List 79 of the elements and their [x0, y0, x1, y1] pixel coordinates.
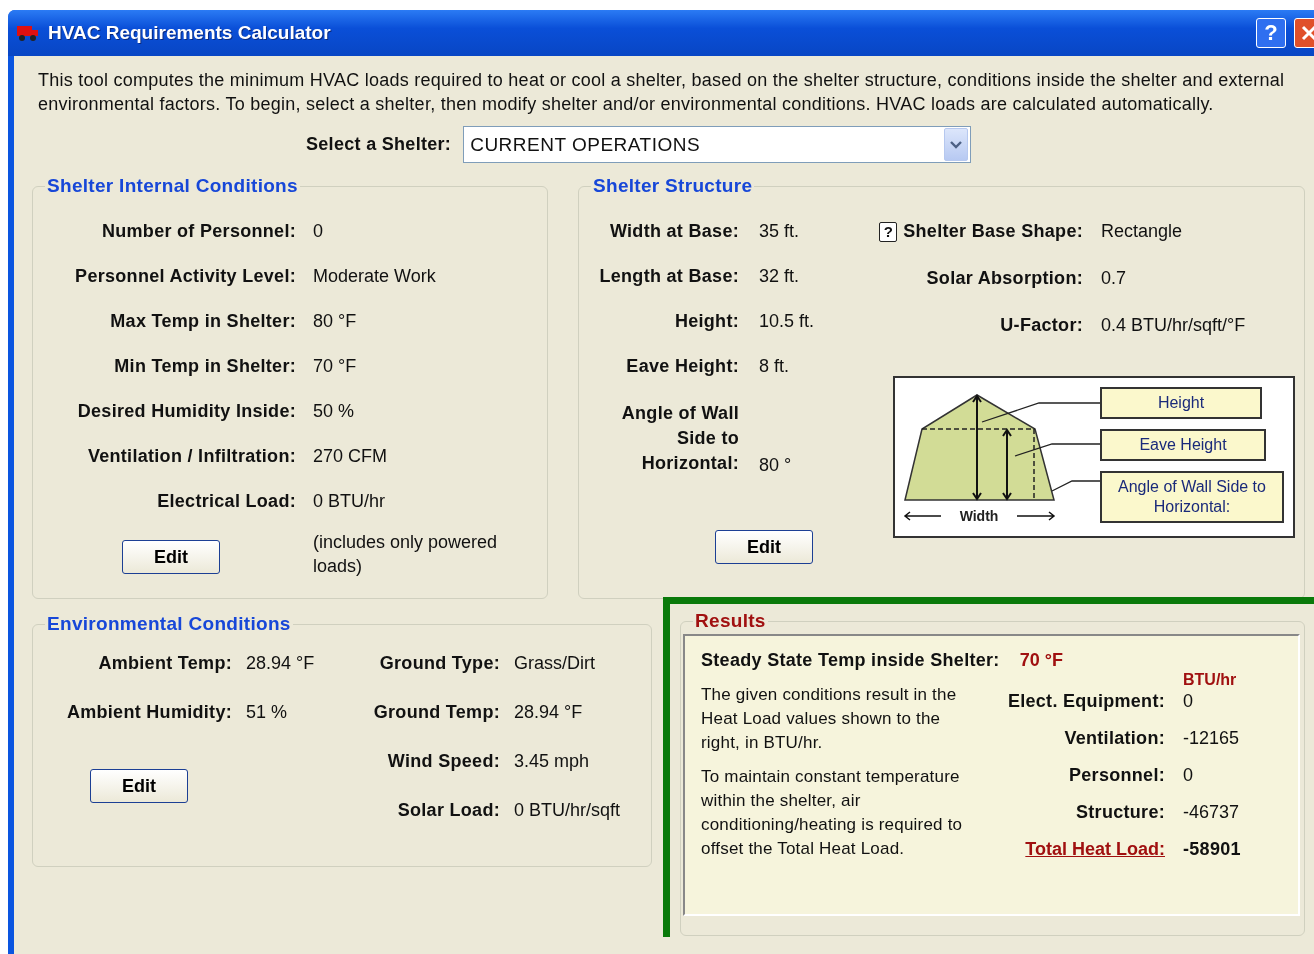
group-title: Shelter Internal Conditions — [46, 175, 299, 197]
help-icon[interactable]: ? — [879, 221, 898, 242]
field-label: Width at Base: — [608, 221, 739, 242]
field-value: 270 CFM — [313, 446, 389, 467]
explanation-text: To maintain constant temperature within the shelter, air conditioning/heating is required to offset the Total Heat Load. — [701, 766, 963, 860]
edit-button[interactable]: Edit — [715, 530, 813, 564]
field-label: Wind Speed: — [386, 751, 500, 772]
field-value: -58901 — [1183, 839, 1241, 860]
intro-text: This tool computes the minimum HVAC loads required to heat or cool a shelter, based on the shelter structure, conditions inside the shelter and external environmental factors. To begin, select a shelter, then modify shelter and/or environmental conditions. HVAC loads are calculated automatically. — [38, 69, 1286, 116]
field-value: 70 °F — [1019, 650, 1063, 671]
diagram-label: Angle of Wall Side to Horizontal: — [1100, 471, 1284, 523]
field-value: 35 ft. — [759, 221, 801, 242]
field-value: 0 BTU/hr/sqft — [514, 800, 622, 821]
edit-button[interactable]: Edit — [122, 540, 220, 574]
field-value: 10.5 ft. — [759, 311, 816, 332]
field-label: Ventilation / Infiltration: — [86, 446, 296, 467]
chevron-down-icon — [950, 140, 963, 149]
diagram-label: Height — [1100, 387, 1262, 419]
field-label: Angle of Wall Side to Horizontal: — [620, 402, 739, 475]
field-label: Elect. Equipment: — [1006, 691, 1165, 712]
field-label: Solar Load: — [396, 800, 500, 821]
field-label: Length at Base: — [598, 266, 739, 287]
field-value: 80 °F — [313, 311, 358, 332]
field-label: Ambient Humidity: — [65, 702, 232, 723]
field-label: Max Temp in Shelter: — [109, 311, 296, 332]
window-title: HVAC Requirements Calculator — [48, 22, 332, 44]
field-label: Min Temp in Shelter: — [113, 356, 296, 377]
group-title: Environmental Conditions — [46, 613, 292, 635]
field-label: Steady State Temp inside Shelter: — [701, 650, 1000, 671]
field-value: 3.45 mph — [514, 751, 591, 772]
field-label: Shelter Base Shape: — [903, 221, 1083, 242]
field-value: 0.4 BTU/hr/sqft/°F — [1101, 315, 1247, 336]
field-value: -46737 — [1183, 802, 1241, 823]
field-value: Grass/Dirt — [514, 653, 596, 674]
field-value: -12165 — [1183, 728, 1241, 749]
explanation-text: The given conditions result in the Heat Load values shown to the right, in BTU/hr. — [701, 684, 958, 754]
field-value: 0 BTU/hr — [313, 491, 387, 512]
field-value: 0 — [1183, 765, 1194, 786]
diagram-label: Eave Height — [1100, 429, 1266, 461]
edit-button[interactable]: Edit — [90, 769, 188, 803]
field-value: 28.94 °F — [246, 653, 316, 674]
field-value: 0 — [313, 221, 324, 242]
field-value: Moderate Work — [313, 266, 437, 287]
help-button[interactable]: ? — [1256, 18, 1286, 48]
field-label: Height: — [673, 311, 739, 332]
width-label: Width — [959, 508, 999, 524]
field-label: Ground Type: — [378, 653, 500, 674]
field-label: Ground Temp: — [372, 702, 500, 723]
field-label: Personnel Activity Level: — [74, 266, 296, 287]
note-text: (includes only powered loads) — [313, 531, 499, 578]
field-label: Structure: — [1075, 802, 1165, 823]
field-label: Ventilation: — [1063, 728, 1165, 749]
field-label: Number of Personnel: — [100, 221, 296, 242]
field-value: 50 % — [313, 401, 356, 422]
close-icon — [1300, 24, 1314, 42]
field-value: 0 — [1183, 691, 1194, 712]
field-value: 8 ft. — [759, 356, 790, 377]
field-value: Rectangle — [1101, 221, 1184, 242]
field-label: Solar Absorption: — [926, 268, 1083, 289]
field-label: U-Factor: — [1000, 315, 1083, 336]
field-value: 80 ° — [759, 455, 793, 476]
field-label: Desired Humidity Inside: — [76, 401, 296, 422]
field-value: 51 % — [246, 702, 289, 723]
leader-line — [1051, 480, 1100, 492]
field-label: Eave Height: — [625, 356, 739, 377]
group-title: Results — [694, 610, 767, 632]
unit-label: BTU/hr — [1183, 671, 1238, 689]
field-value: 32 ft. — [759, 266, 801, 287]
field-label: Select a Shelter: — [306, 134, 452, 155]
field-label: Electrical Load: — [156, 491, 296, 512]
field-label: Ambient Temp: — [97, 653, 232, 674]
field-value: 0.7 — [1101, 268, 1128, 289]
truck-icon — [16, 23, 40, 43]
field-value: 70 °F — [313, 356, 358, 377]
group-title: Shelter Structure — [592, 175, 754, 197]
field-label: Personnel: — [1067, 765, 1165, 786]
shelter-dropdown[interactable]: CURRENT OPERATIONS — [463, 126, 972, 163]
field-value: 28.94 °F — [514, 702, 584, 723]
total-heat-load-link[interactable]: Total Heat Load: — [1025, 839, 1165, 860]
